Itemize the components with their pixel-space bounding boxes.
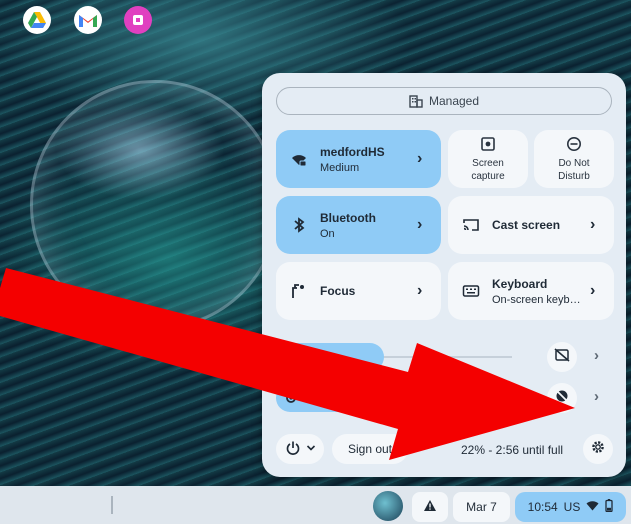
sign-out-label: Sign out	[347, 442, 393, 456]
date-button[interactable]: Mar 7	[453, 492, 510, 522]
do-not-disturb-icon	[566, 136, 582, 152]
do-not-disturb-label-1: Do Not	[558, 157, 590, 169]
chevron-right-icon: ›	[417, 216, 423, 233]
keyboard-label: Keyboard	[492, 276, 548, 291]
battery-charging-icon	[605, 499, 613, 515]
brightness-icon	[284, 391, 298, 405]
bluetooth-icon	[290, 216, 308, 234]
time-label: 10:54	[527, 500, 558, 514]
screen-capture-tile[interactable]: Screen capture	[448, 130, 528, 188]
warning-icon	[423, 499, 437, 515]
focus-icon	[290, 282, 308, 300]
cast-screen-tile[interactable]: Cast screen ›	[448, 196, 614, 254]
network-tile[interactable]: medfordHS Medium ›	[276, 130, 441, 188]
keyboard-tile[interactable]: Keyboard On-screen keyb… ›	[448, 262, 614, 320]
managed-device-button[interactable]: Managed	[276, 87, 612, 115]
focus-label: Focus	[320, 284, 356, 298]
captions-off-button[interactable]	[547, 342, 577, 372]
date-label: Mar 7	[466, 500, 497, 514]
screen-capture-icon	[480, 136, 496, 152]
screen-capture-label-1: Screen	[472, 157, 504, 169]
app-icon[interactable]	[124, 6, 152, 34]
chevron-down-icon	[306, 442, 316, 456]
night-light-button[interactable]	[547, 383, 577, 413]
region-label: US	[563, 500, 581, 514]
brightness-slider-fill	[276, 384, 492, 412]
do-not-disturb-label-2: Disturb	[558, 170, 590, 182]
sign-out-button[interactable]: Sign out	[332, 434, 408, 464]
network-strength: Medium	[320, 161, 360, 174]
building-icon	[409, 94, 423, 108]
chevron-right-icon: ›	[590, 216, 596, 233]
brightness-slider[interactable]	[276, 384, 516, 412]
cast-screen-label: Cast screen	[492, 218, 561, 232]
volume-icon	[284, 350, 298, 364]
keyboard-icon	[462, 282, 480, 300]
bluetooth-tile[interactable]: Bluetooth On ›	[276, 196, 441, 254]
chevron-right-icon: ›	[417, 150, 423, 167]
captions-off-icon	[554, 347, 570, 368]
battery-status: 22% - 2:56 until full	[461, 443, 564, 457]
focus-tile[interactable]: Focus ›	[276, 262, 441, 320]
chevron-right-icon: ›	[590, 282, 596, 299]
google-drive-icon[interactable]	[23, 6, 51, 34]
settings-button[interactable]	[583, 434, 613, 464]
user-avatar[interactable]	[373, 491, 403, 521]
screen-capture-label-2: capture	[471, 170, 505, 182]
wallpaper-water-drop	[30, 80, 280, 330]
bluetooth-label: Bluetooth	[320, 210, 376, 225]
do-not-disturb-tile[interactable]: Do Not Disturb	[534, 130, 614, 188]
status-area-button[interactable]: 10:54 US	[515, 492, 626, 522]
gmail-icon[interactable]	[74, 6, 102, 34]
keyboard-status: On-screen keyb…	[492, 293, 581, 306]
gear-icon	[590, 439, 606, 460]
night-light-off-icon	[554, 388, 570, 409]
notification-warning-button[interactable]	[412, 492, 448, 522]
shelf-divider	[111, 496, 113, 514]
audio-settings-chevron-icon[interactable]: ›	[594, 347, 599, 364]
chevron-right-icon: ›	[417, 282, 423, 299]
quick-settings-panel: Managed medfordHS Medium › Screen captur…	[262, 73, 626, 477]
power-icon	[285, 440, 301, 459]
wifi-lock-icon	[290, 150, 308, 168]
display-settings-chevron-icon[interactable]: ›	[594, 388, 599, 405]
network-name: medfordHS	[320, 144, 385, 159]
power-menu-button[interactable]	[276, 434, 324, 464]
cast-icon	[462, 216, 480, 234]
volume-slider[interactable]	[276, 343, 516, 371]
wifi-icon	[586, 500, 599, 514]
managed-label: Managed	[428, 94, 480, 108]
bluetooth-status: On	[320, 227, 335, 240]
